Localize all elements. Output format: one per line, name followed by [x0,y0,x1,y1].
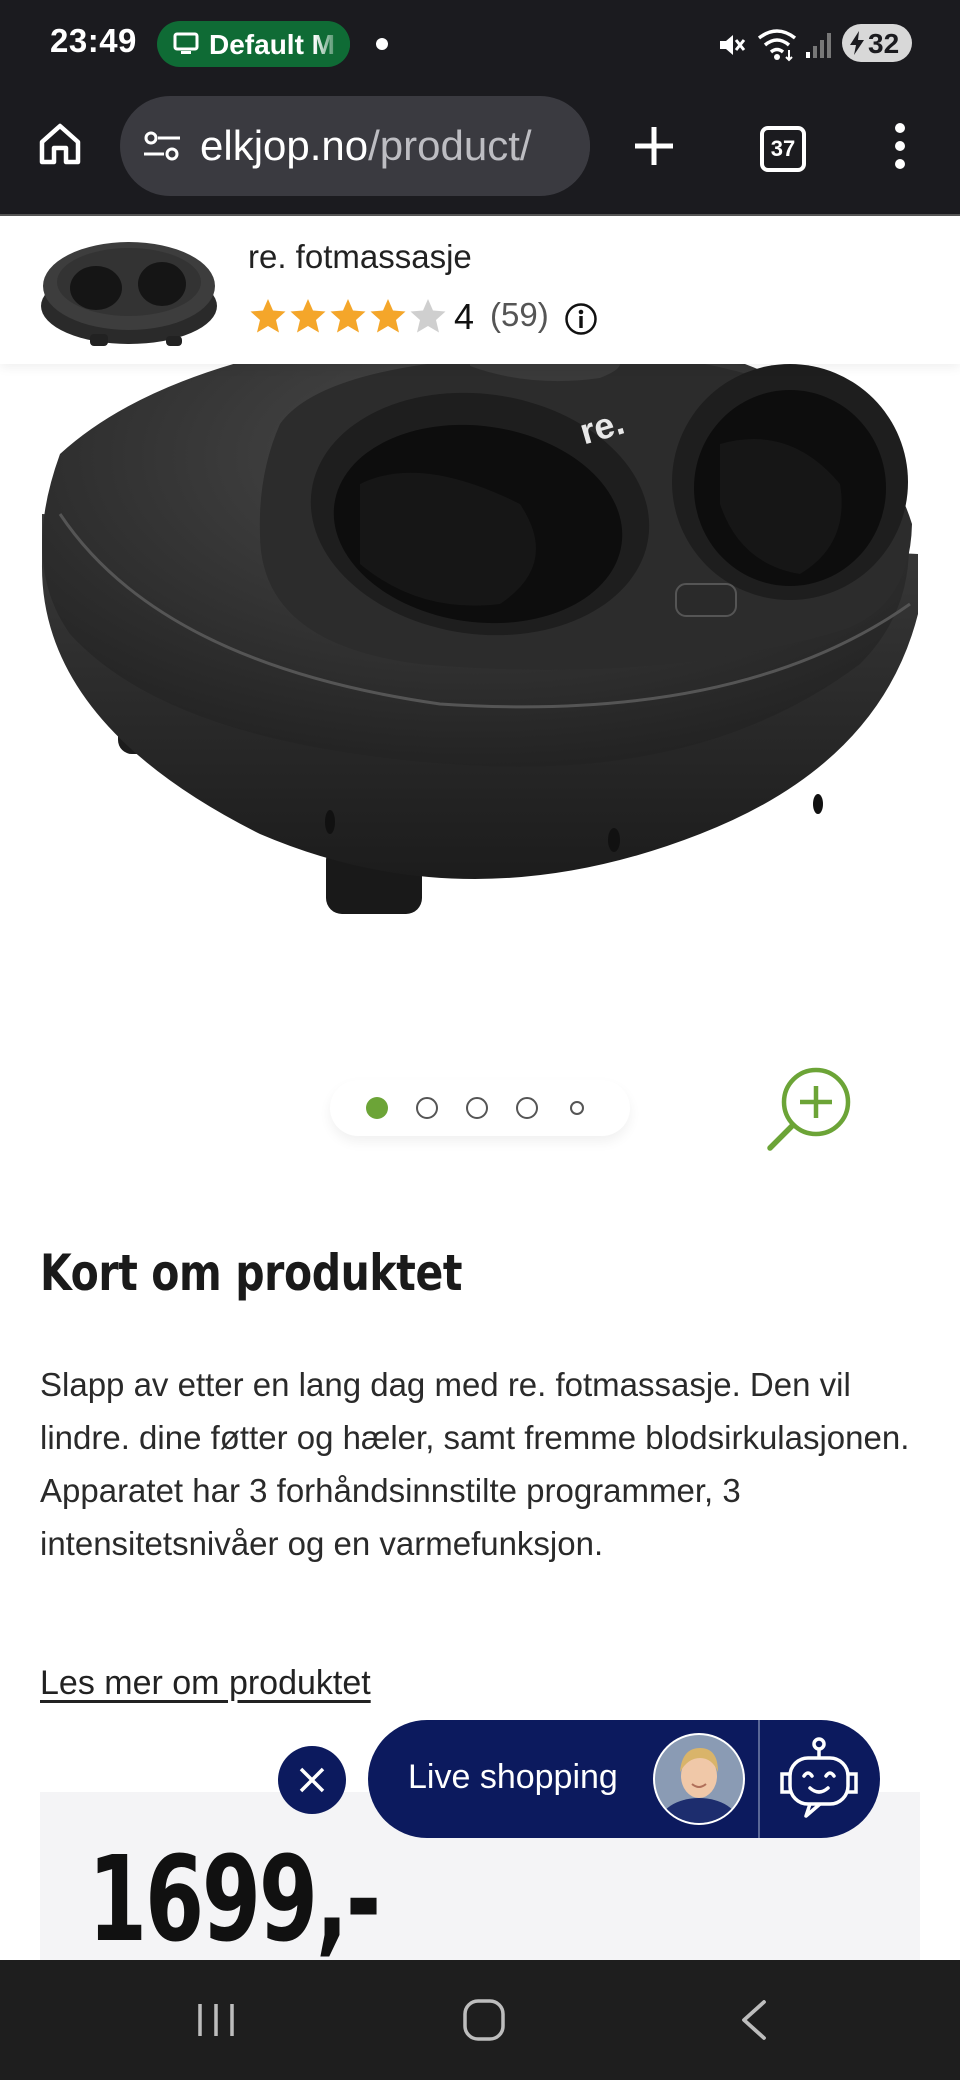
carousel-dot[interactable] [416,1097,438,1119]
battery-level: 32 [868,28,900,59]
zoom-icon[interactable] [764,1064,856,1154]
home-icon[interactable] [36,120,84,168]
carousel-dot[interactable] [570,1101,584,1115]
battery-charging-icon [850,31,864,55]
carousel-dot[interactable] [516,1097,538,1119]
section-heading: Kort om produktet [40,1244,463,1302]
signal-icon [806,33,831,58]
live-shopping-button[interactable]: Live shopping [368,1720,880,1838]
star-icon [410,299,446,333]
site-settings-icon[interactable] [142,128,182,164]
url-host: elkjop.no [200,122,369,169]
url-fade [530,96,590,196]
foot-massager-illustration [41,364,918,914]
star-icon [370,299,406,333]
url-path: /product/ [368,122,532,169]
home-button-icon[interactable] [462,1998,506,2042]
mute-icon [720,35,746,55]
wifi-icon [757,29,797,62]
cast-indicator[interactable]: Default M [157,21,350,67]
close-icon [299,1767,325,1793]
url-text: elkjop.no/product/ [200,122,532,170]
divider [758,1720,760,1838]
rating-value: 4 [454,296,475,337]
back-icon[interactable] [738,1998,770,2042]
recents-icon[interactable] [196,2000,236,2040]
info-icon[interactable] [564,302,598,336]
notification-dot-icon [376,38,388,50]
more-menu-icon[interactable] [892,122,908,170]
live-shopping-label: Live shopping [408,1758,618,1796]
tab-switcher-button[interactable]: 37 [760,126,806,172]
chatbot-icon[interactable] [774,1736,864,1822]
close-live-shopping-button[interactable] [278,1746,346,1814]
system-navigation-bar [0,1960,960,2080]
carousel-indicator [330,1080,630,1136]
rating-count[interactable]: (59) [490,296,549,334]
product-price: 1699,- [88,1830,381,1968]
star-icon [250,299,286,333]
new-tab-icon[interactable] [632,124,676,168]
cast-fade [314,21,350,67]
sticky-product-title: re. fotmassasje [248,238,472,275]
product-thumbnail[interactable] [38,226,220,354]
star-icon [330,299,366,333]
host-avatar [653,1733,745,1825]
status-bar: 23:49 Default M 32 [0,0,960,86]
battery-indicator: 32 [842,24,912,62]
product-image[interactable]: re. [0,364,960,1004]
carousel-dot[interactable] [366,1097,388,1119]
browser-toolbar: elkjop.no/product/ 37 [0,86,960,216]
status-time: 23:49 [50,22,137,59]
monitor-icon [173,32,199,54]
sticky-product-header: re. fotmassasje 4 (59) [0,216,960,364]
address-bar[interactable]: elkjop.no/product/ [120,96,590,196]
read-more-link[interactable]: Les mer om produktet [40,1664,371,1703]
product-description: Slapp av etter en lang dag med re. fotma… [40,1366,910,1562]
carousel-dot[interactable] [466,1097,488,1119]
star-icon [290,299,326,333]
